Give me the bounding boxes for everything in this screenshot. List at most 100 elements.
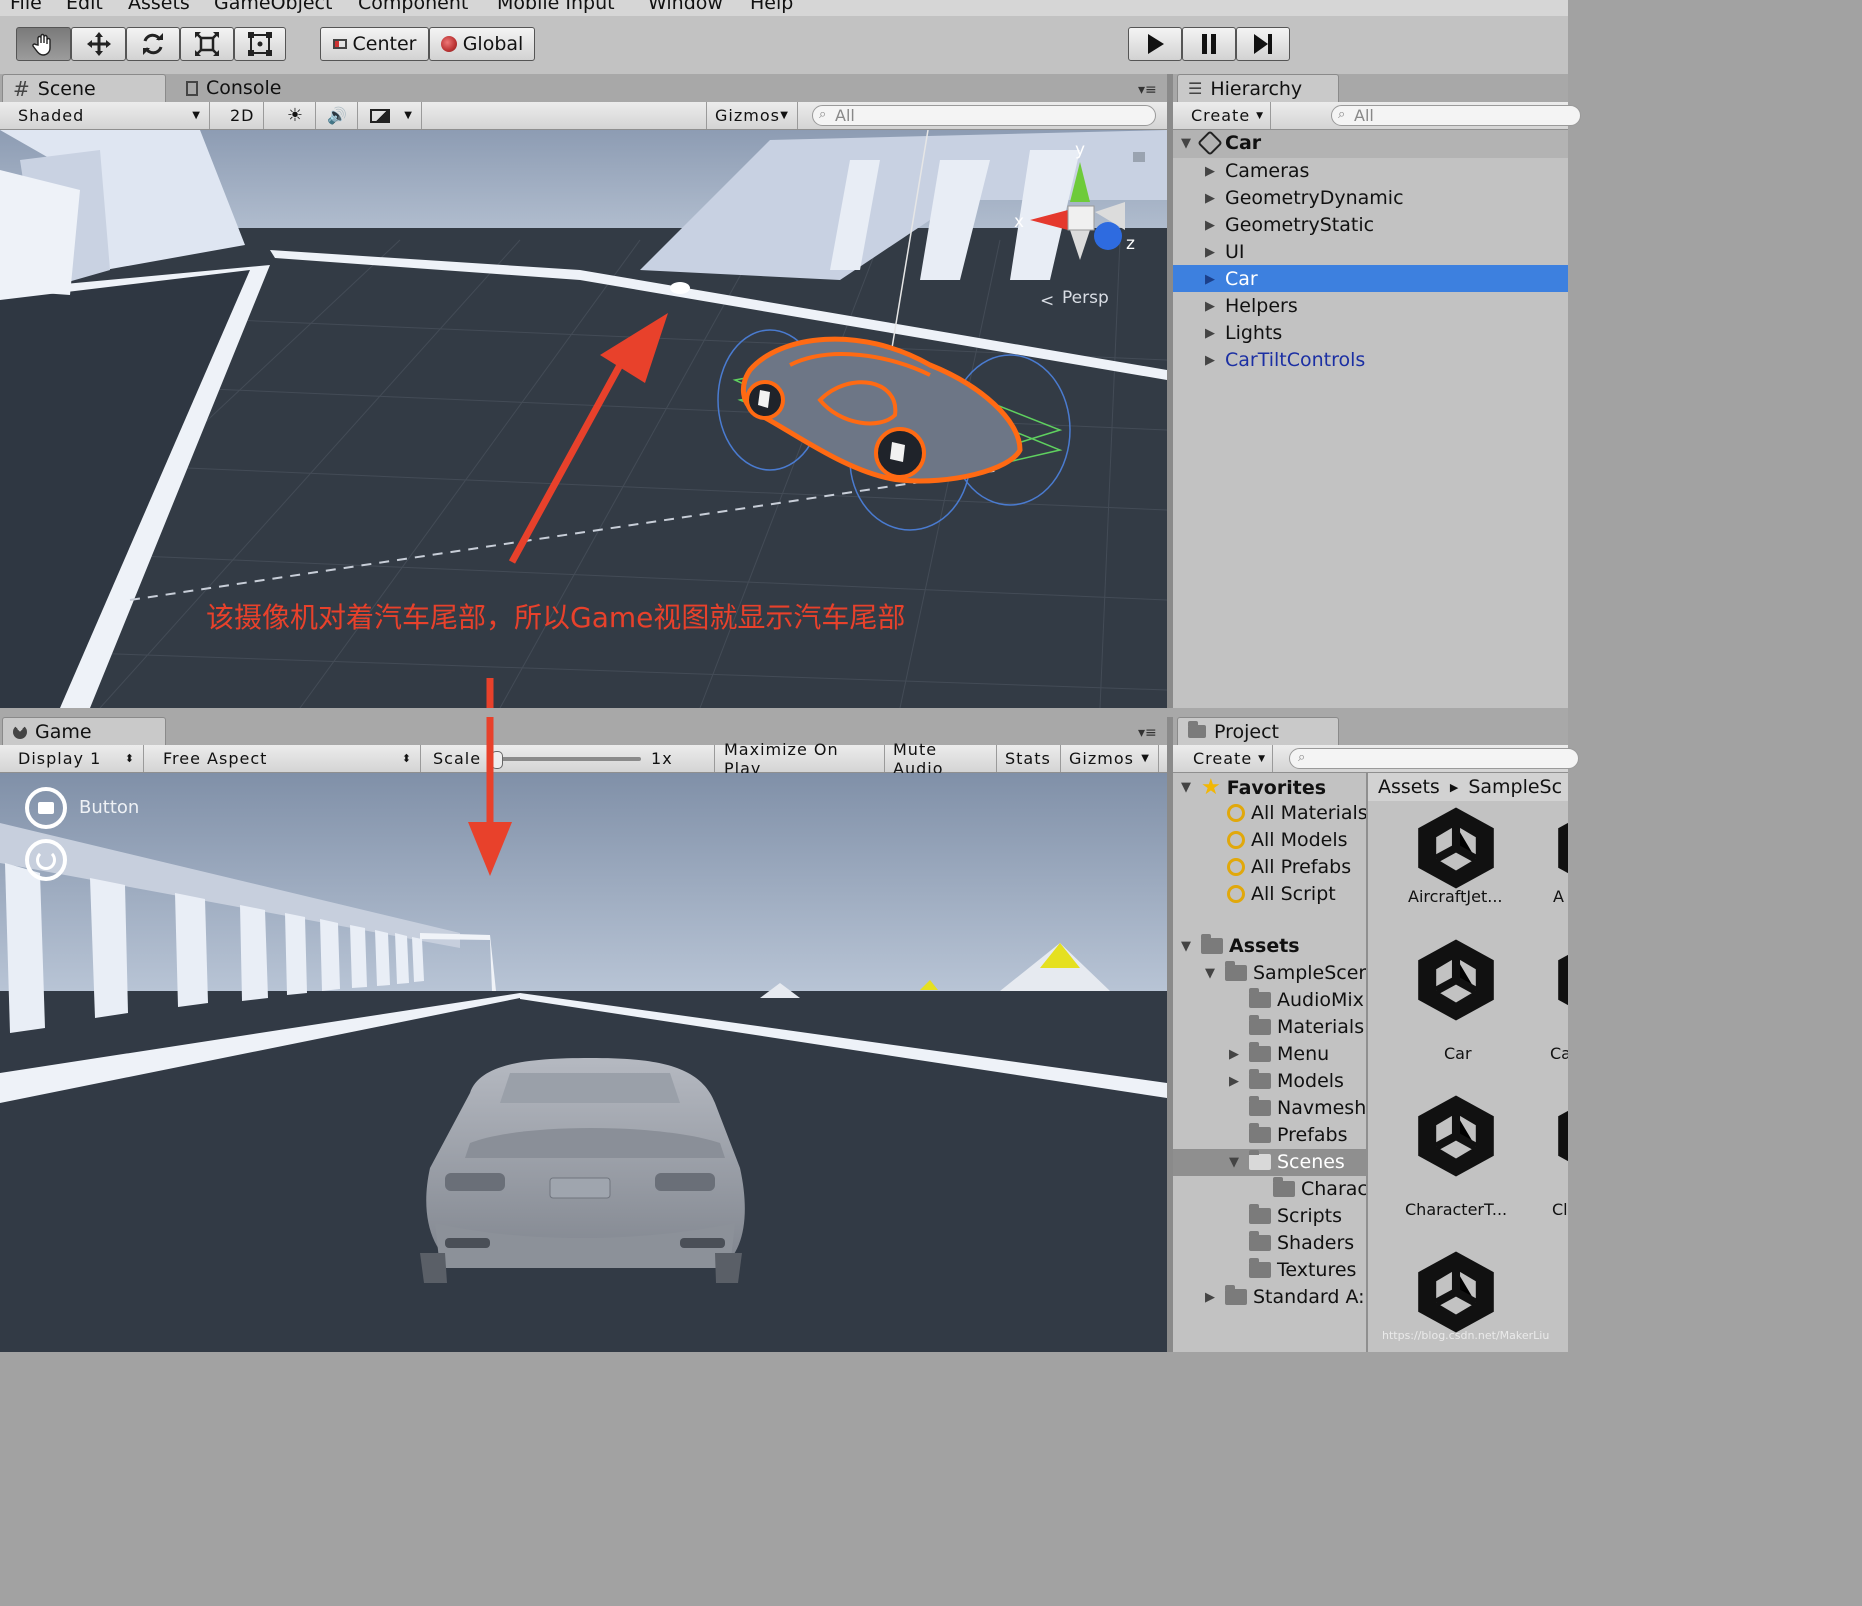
game-viewport[interactable]: Button [0,773,1167,1352]
tab-console[interactable]: Console [176,74,336,102]
asset-label[interactable]: Car [1444,1044,1472,1063]
asset-label[interactable]: AircraftJet... [1408,887,1503,906]
hierarchy-item-cartiltcontrols[interactable]: ▶CarTiltControls [1205,349,1365,371]
aspect-dropdown[interactable]: Free Aspect ⬍ [155,745,421,772]
hierarchy-search-input[interactable]: ⌕ All [1331,105,1581,126]
overlay-button-label[interactable]: Button [79,797,139,818]
project-search-input[interactable]: ⌕ [1289,748,1579,769]
play-button[interactable] [1128,27,1182,61]
maximize-on-play-toggle[interactable]: Maximize On Play [716,745,885,772]
expand-triangle-icon[interactable]: ▼ [1181,939,1195,954]
favorite-all-prefabs[interactable]: All Prefabs [1227,856,1351,878]
pivot-center-button[interactable]: Center [320,27,429,61]
favorite-all-script[interactable]: All Script [1227,883,1336,905]
folder-scripts[interactable]: Scripts [1229,1205,1342,1227]
pause-button[interactable] [1182,27,1236,61]
expand-triangle-icon[interactable]: ▶ [1205,164,1219,179]
toggle-2d-button[interactable]: 2D [222,102,264,129]
expand-triangle-icon[interactable]: ▶ [1205,272,1219,287]
scene-search-input[interactable]: ⌕ All [812,105,1156,126]
gizmos-dropdown[interactable]: Gizmos ▼ [706,102,798,129]
menu-file[interactable]: File [10,0,42,14]
favorites-header[interactable]: ▼★Favorites [1181,775,1326,800]
expand-triangle-icon[interactable]: ▶ [1205,1290,1219,1305]
shading-mode-dropdown[interactable]: Shaded ▼ [10,102,210,129]
expand-triangle-icon[interactable]: ▶ [1205,299,1219,314]
scene-lighting-toggle[interactable]: ☀ [276,102,316,129]
expand-triangle-icon[interactable]: ▶ [1229,1074,1243,1089]
tab-hierarchy[interactable]: ☰ Hierarchy [1177,74,1339,102]
menu-assets[interactable]: Assets [128,0,190,14]
camera-switch-button[interactable] [25,787,67,829]
menu-help[interactable]: Help [750,0,793,14]
hierarchy-item-car[interactable]: ▶Car [1205,268,1258,290]
breadcrumb-samplescenes[interactable]: SampleSc [1468,776,1562,798]
folder-character[interactable]: Charac [1253,1178,1366,1200]
folder-shaders[interactable]: Shaders [1229,1232,1354,1254]
mute-audio-toggle[interactable]: Mute Audio [885,745,997,772]
hand-tool-button[interactable] [16,27,71,61]
asset-label[interactable]: Ca [1550,1044,1568,1063]
scene-audio-toggle[interactable]: 🔊 [318,102,358,129]
menu-component[interactable]: Component [358,0,468,14]
expand-triangle-icon[interactable]: ▼ [1181,780,1195,795]
panel-menu-icon[interactable]: ▾≡ [1138,725,1157,741]
move-tool-button[interactable] [71,27,126,61]
panel-menu-icon[interactable]: ▾≡ [1138,82,1157,98]
tab-scene[interactable]: # Scene [2,74,166,102]
folder-samplescenes[interactable]: ▼SampleScer [1205,962,1366,984]
tab-game[interactable]: Game [2,717,166,745]
display-dropdown[interactable]: Display 1 ⬍ [10,745,144,772]
stats-toggle[interactable]: Stats [997,745,1061,772]
folder-materials[interactable]: Materials [1229,1016,1364,1038]
asset-label[interactable]: CharacterT... [1405,1200,1507,1219]
hierarchy-item-cameras[interactable]: ▶Cameras [1205,160,1309,182]
asset-label[interactable]: A [1553,887,1564,906]
reset-button[interactable] [25,839,67,881]
folder-prefabs[interactable]: Prefabs [1229,1124,1348,1146]
expand-triangle-icon[interactable]: ▶ [1205,245,1219,260]
expand-triangle-icon[interactable]: ▶ [1229,1047,1243,1062]
hierarchy-item-lights[interactable]: ▶Lights [1205,322,1282,344]
breadcrumb-assets[interactable]: Assets [1378,776,1440,798]
folder-menu[interactable]: ▶Menu [1229,1043,1329,1065]
scale-tool-button[interactable] [180,27,234,61]
folder-models[interactable]: ▶Models [1229,1070,1344,1092]
hierarchy-create-dropdown[interactable]: Create ▼ [1183,102,1271,129]
favorite-all-models[interactable]: All Models [1227,829,1348,851]
tab-project[interactable]: Project [1177,717,1339,745]
folder-audiomixers[interactable]: AudioMix [1229,989,1364,1011]
expand-triangle-icon[interactable]: ▼ [1205,966,1219,981]
folder-scenes[interactable]: ▼Scenes [1229,1151,1345,1173]
hierarchy-item-geometrydynamic[interactable]: ▶GeometryDynamic [1205,187,1404,209]
space-global-button[interactable]: Global [429,27,535,61]
folder-textures[interactable]: Textures [1229,1259,1356,1281]
expand-triangle-icon[interactable]: ▶ [1205,218,1219,233]
expand-triangle-icon[interactable]: ▶ [1205,326,1219,341]
expand-triangle-icon[interactable]: ▶ [1205,191,1219,206]
expand-triangle-icon[interactable]: ▶ [1205,353,1219,368]
step-button[interactable] [1236,27,1290,61]
project-create-dropdown[interactable]: Create ▼ [1185,745,1273,772]
menu-window[interactable]: Window [648,0,723,14]
menu-edit[interactable]: Edit [66,0,103,14]
menu-gameobject[interactable]: GameObject [214,0,332,14]
hierarchy-item-helpers[interactable]: ▶Helpers [1205,295,1298,317]
hierarchy-item-geometrystatic[interactable]: ▶GeometryStatic [1205,214,1374,236]
expand-triangle-icon[interactable]: ▼ [1229,1155,1243,1170]
game-gizmos-dropdown[interactable]: Gizmos ▼ [1061,745,1159,772]
scene-viewport[interactable]: < y x z Persp 该摄像机对着汽车尾部，所以Game视图就显示汽车尾部 [0,130,1167,708]
asset-label[interactable]: Cl [1552,1200,1568,1219]
horizontal-splitter[interactable] [0,708,1568,717]
folder-navmesh[interactable]: Navmesh [1229,1097,1366,1119]
rotate-tool-button[interactable] [126,27,180,61]
rect-tool-button[interactable] [234,27,286,61]
folder-standard-assets[interactable]: ▶Standard A: [1205,1286,1365,1308]
scene-effects-dropdown[interactable]: ▼ [362,102,422,129]
assets-header[interactable]: ▼Assets [1181,935,1300,957]
favorite-all-materials[interactable]: All Materials [1227,802,1366,824]
menu-mobile-input[interactable]: Mobile Input [497,0,615,14]
hierarchy-item-ui[interactable]: ▶UI [1205,241,1245,263]
expand-triangle-icon[interactable]: ▼ [1181,136,1195,151]
hierarchy-root-car[interactable]: ▼ Car [1181,132,1261,154]
